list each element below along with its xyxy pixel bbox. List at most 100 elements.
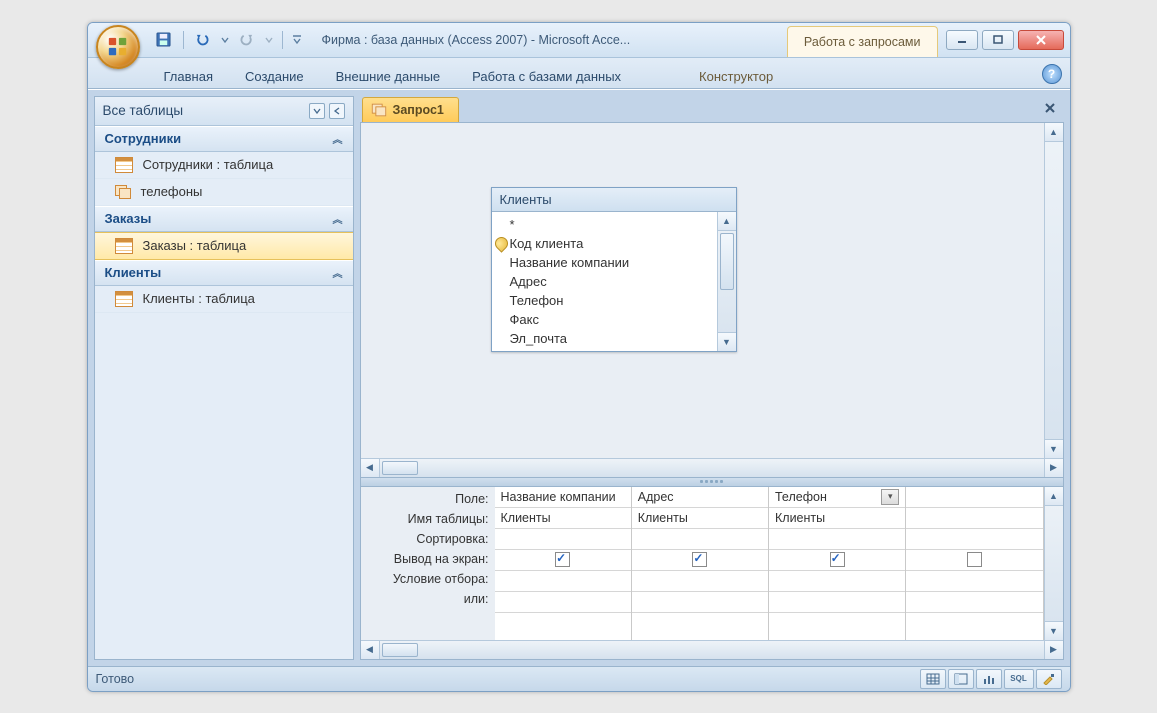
tab-design[interactable]: Конструктор	[683, 63, 789, 88]
nav-item[interactable]: Сотрудники : таблица	[95, 152, 353, 179]
nav-group-header[interactable]: Заказы︽	[95, 206, 353, 232]
nav-pane-header[interactable]: Все таблицы	[95, 97, 353, 126]
scroll-thumb[interactable]	[382, 461, 418, 475]
cell-or[interactable]	[769, 592, 905, 613]
grid-column[interactable]: Телефон▾Клиенты	[769, 487, 906, 640]
view-design-button[interactable]	[1036, 669, 1062, 689]
cell-table[interactable]	[906, 508, 1042, 529]
dropdown-button[interactable]: ▾	[881, 489, 899, 505]
grid-vertical-scrollbar[interactable]: ▲ ▼	[1044, 487, 1063, 640]
table-field[interactable]: Факс	[510, 310, 713, 329]
scroll-right-button[interactable]: ▶	[1044, 459, 1063, 477]
cell-or[interactable]	[906, 592, 1042, 613]
office-button[interactable]	[96, 25, 140, 69]
document-tab-query1[interactable]: Запрос1	[362, 97, 459, 122]
table-field[interactable]: Адрес	[510, 272, 713, 291]
scroll-down-button[interactable]: ▼	[718, 332, 736, 351]
grid-column[interactable]: Название компанииКлиенты	[495, 487, 632, 640]
redo-button[interactable]	[235, 28, 259, 52]
cell-sort[interactable]	[906, 529, 1042, 550]
minimize-button[interactable]	[946, 30, 978, 50]
table-field[interactable]: Телефон	[510, 291, 713, 310]
cell-sort[interactable]	[769, 529, 905, 550]
save-button[interactable]	[152, 28, 176, 52]
close-button[interactable]	[1018, 30, 1064, 50]
checkbox[interactable]	[967, 552, 982, 567]
cell-field[interactable]	[906, 487, 1042, 508]
nav-category-dropdown[interactable]	[309, 103, 325, 119]
quick-access-toolbar	[152, 28, 304, 52]
grid-horizontal-scrollbar[interactable]: ◀ ▶	[361, 640, 1063, 659]
scroll-left-button[interactable]: ◀	[361, 459, 380, 477]
scroll-up-button[interactable]: ▲	[1045, 123, 1063, 142]
cell-field[interactable]: Телефон▾	[769, 487, 905, 508]
scroll-up-button[interactable]: ▲	[718, 212, 736, 231]
table-field-list[interactable]: *Код клиентаНазвание компанииАдресТелефо…	[492, 212, 717, 351]
nav-group-header[interactable]: Клиенты︽	[95, 260, 353, 286]
table-field[interactable]: Код клиента	[510, 234, 713, 253]
undo-dropdown[interactable]	[219, 28, 231, 52]
scroll-track[interactable]	[1045, 142, 1063, 439]
scroll-up-button[interactable]: ▲	[1045, 487, 1063, 506]
cell-or[interactable]	[495, 592, 631, 613]
checkbox[interactable]	[692, 552, 707, 567]
scroll-track[interactable]	[718, 231, 736, 332]
nav-item[interactable]: Клиенты : таблица	[95, 286, 353, 313]
cell-show[interactable]	[632, 550, 768, 571]
table-field[interactable]: Название компании	[510, 253, 713, 272]
cell-criteria[interactable]	[906, 571, 1042, 592]
scroll-down-button[interactable]: ▼	[1045, 621, 1063, 640]
nav-item[interactable]: Заказы : таблица	[95, 232, 353, 260]
cell-sort[interactable]	[632, 529, 768, 550]
nav-collapse-button[interactable]	[329, 103, 345, 119]
nav-item[interactable]: телефоны	[95, 179, 353, 206]
scroll-right-button[interactable]: ▶	[1044, 641, 1063, 659]
scroll-left-button[interactable]: ◀	[361, 641, 380, 659]
tab-create[interactable]: Создание	[229, 63, 320, 88]
scroll-thumb[interactable]	[382, 643, 418, 657]
cell-field[interactable]: Адрес	[632, 487, 768, 508]
view-sql-button[interactable]: SQL	[1004, 669, 1034, 689]
cell-show[interactable]	[495, 550, 631, 571]
table-box-clients[interactable]: Клиенты *Код клиентаНазвание компанииАдр…	[491, 187, 737, 352]
tab-database-tools[interactable]: Работа с базами данных	[456, 63, 637, 88]
grid-columns[interactable]: Название компанииКлиентыАдресКлиентыТеле…	[495, 487, 1044, 640]
diagram-pane[interactable]: Клиенты *Код клиентаНазвание компанииАдр…	[361, 123, 1063, 458]
scroll-track[interactable]	[1045, 506, 1063, 621]
cell-criteria[interactable]	[495, 571, 631, 592]
view-pivottable-button[interactable]	[948, 669, 974, 689]
diagram-horizontal-scrollbar[interactable]: ◀ ▶	[361, 458, 1063, 477]
scroll-down-button[interactable]: ▼	[1045, 439, 1063, 458]
cell-table[interactable]: Клиенты	[632, 508, 768, 529]
cell-table[interactable]: Клиенты	[769, 508, 905, 529]
cell-show[interactable]	[906, 550, 1042, 571]
cell-sort[interactable]	[495, 529, 631, 550]
cell-field[interactable]: Название компании	[495, 487, 631, 508]
checkbox[interactable]	[830, 552, 845, 567]
tab-home[interactable]: Главная	[148, 63, 229, 88]
grid-column[interactable]: АдресКлиенты	[632, 487, 769, 640]
redo-dropdown[interactable]	[263, 28, 275, 52]
cell-or[interactable]	[632, 592, 768, 613]
view-datasheet-button[interactable]	[920, 669, 946, 689]
diagram-vertical-scrollbar[interactable]: ▲ ▼	[1044, 123, 1063, 458]
checkbox[interactable]	[555, 552, 570, 567]
view-pivotchart-button[interactable]	[976, 669, 1002, 689]
cell-criteria[interactable]	[632, 571, 768, 592]
grid-column[interactable]	[906, 487, 1043, 640]
help-button[interactable]: ?	[1042, 64, 1062, 84]
cell-table[interactable]: Клиенты	[495, 508, 631, 529]
table-box-scrollbar[interactable]: ▲ ▼	[717, 212, 736, 351]
maximize-button[interactable]	[982, 30, 1014, 50]
document-close-button[interactable]	[1040, 98, 1060, 118]
scroll-thumb[interactable]	[720, 233, 734, 290]
qat-customize-button[interactable]	[290, 28, 304, 52]
cell-show[interactable]	[769, 550, 905, 571]
table-field[interactable]: Эл_почта	[510, 329, 713, 348]
pane-splitter[interactable]	[361, 477, 1063, 487]
nav-group-header[interactable]: Сотрудники︽	[95, 126, 353, 152]
cell-criteria[interactable]	[769, 571, 905, 592]
tab-external-data[interactable]: Внешние данные	[320, 63, 457, 88]
table-field[interactable]: *	[510, 215, 713, 234]
undo-button[interactable]	[191, 28, 215, 52]
